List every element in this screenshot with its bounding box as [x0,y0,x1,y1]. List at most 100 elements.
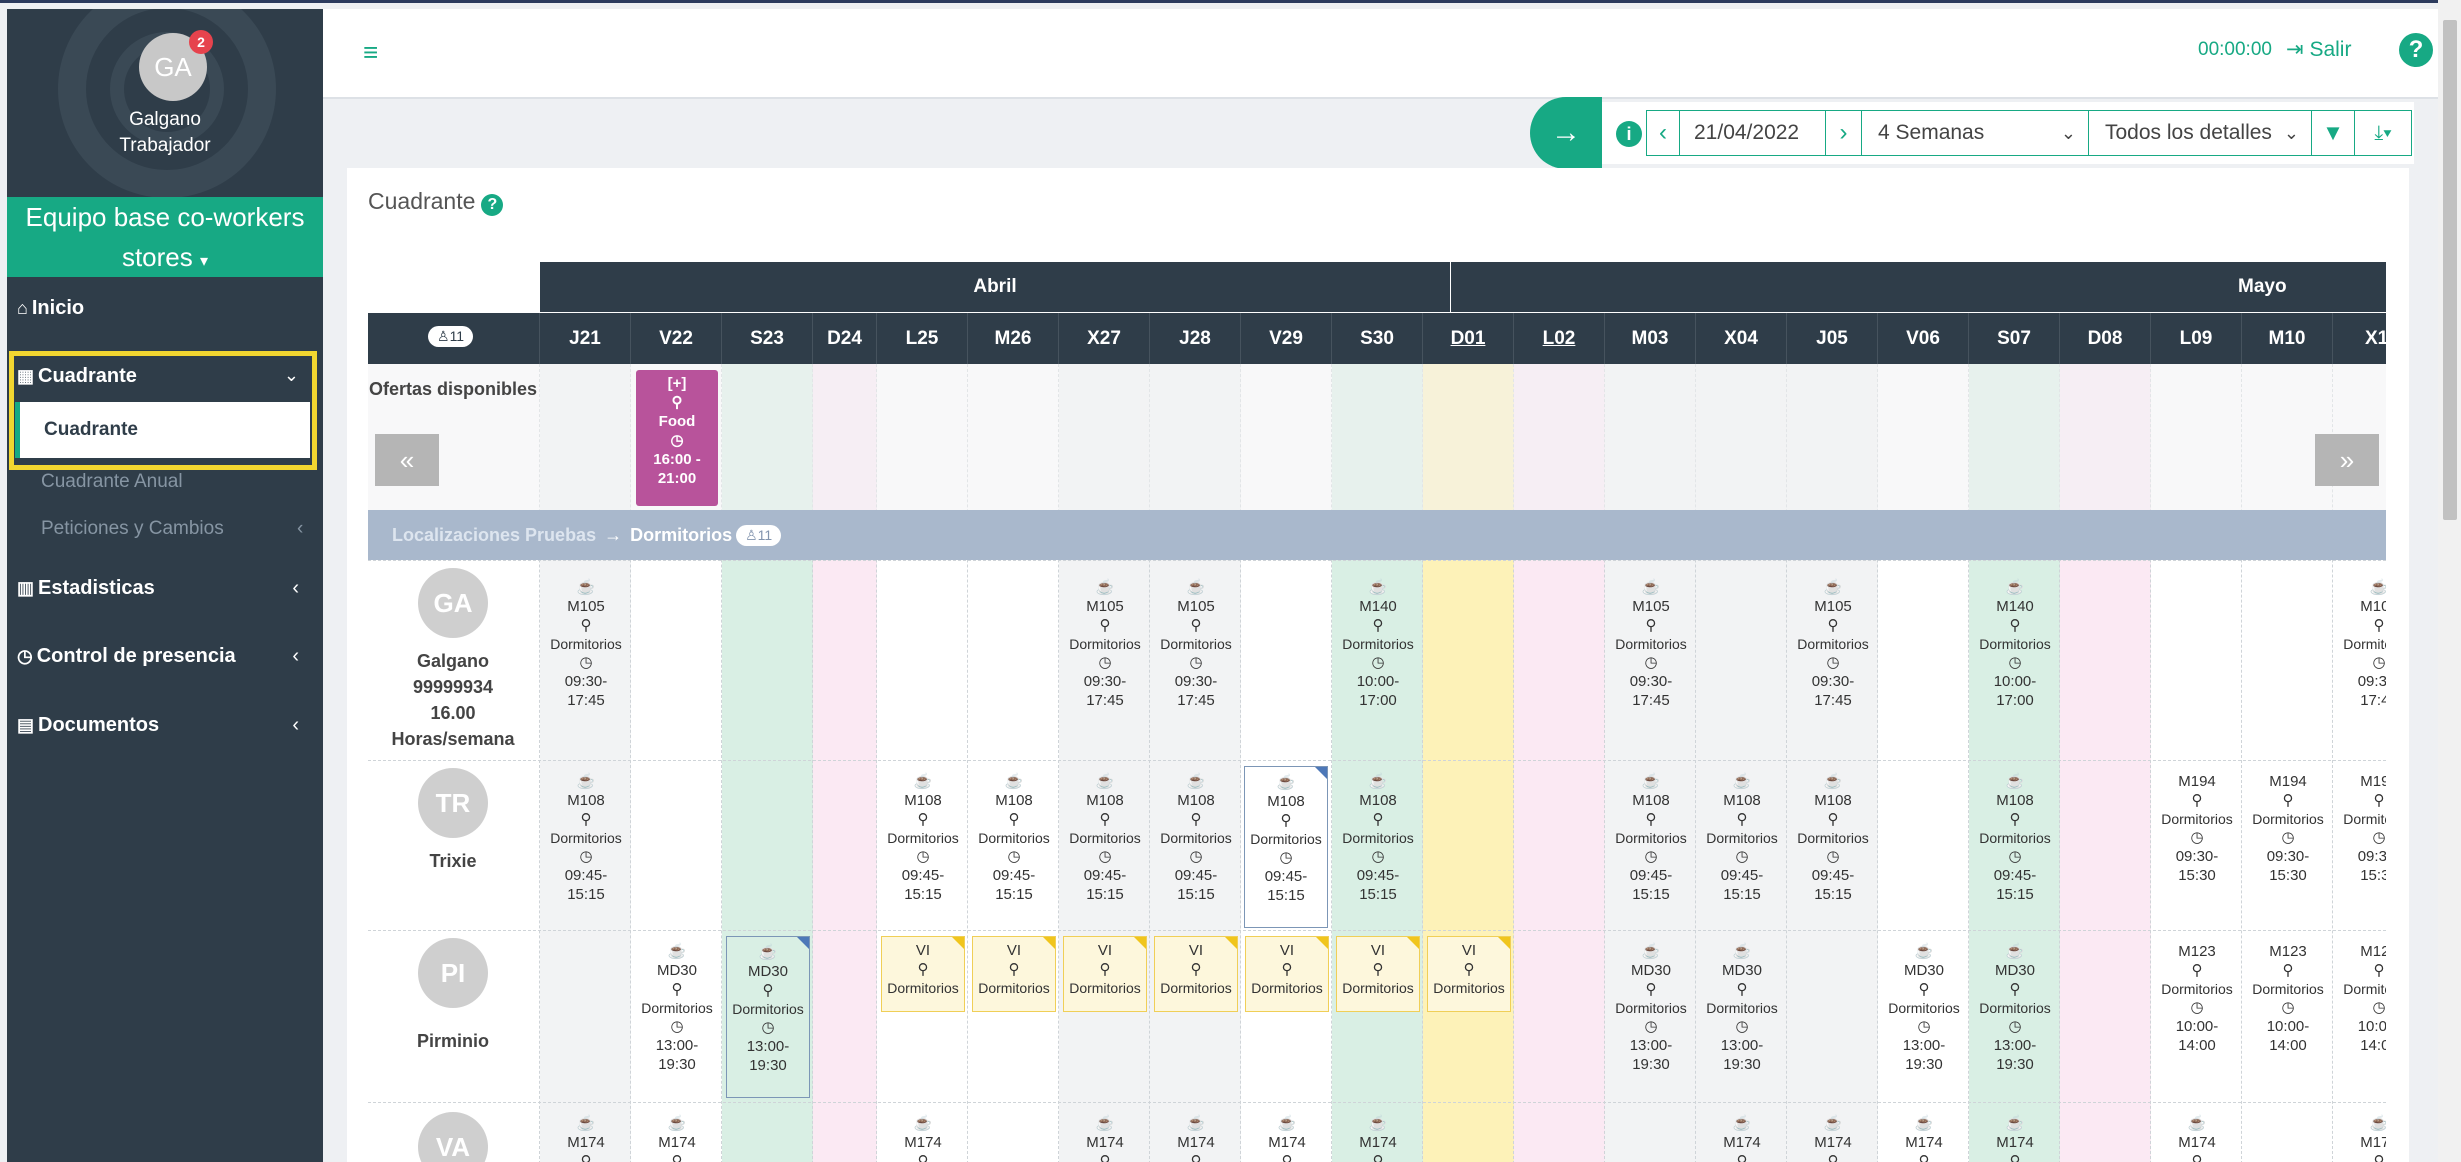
sidebar-item-documentos[interactable]: ▤ Documentos ‹ [7,714,323,737]
day-header[interactable]: L25 [877,313,968,364]
scrollbar-thumb[interactable] [2443,20,2457,520]
vacation-block[interactable]: VI ⚲ Dormitorios [1245,936,1329,1012]
day-header[interactable]: M10 [2242,313,2333,364]
shift-block[interactable]: ☕M174⚲ [881,1114,965,1162]
day-header[interactable]: S07 [1969,313,2060,364]
shift-block[interactable]: ☕M174⚲ [1973,1114,2057,1162]
vacation-block[interactable]: VI ⚲ Dormitorios [1154,936,1238,1012]
day-header[interactable]: X27 [1059,313,1150,364]
worker-cell[interactable]: TR Trixie [368,768,538,874]
shift-block[interactable]: ☕ M140 ⚲ Dormitorios ◷ 10:00- 17:00 [1336,578,1420,710]
shift-block[interactable]: ☕M174⚲ [1154,1114,1238,1162]
day-header[interactable]: J05 [1787,313,1878,364]
prev-page-button[interactable]: « [375,434,439,486]
shift-block[interactable]: ☕ M108 ⚲ Dormitorios ◷ 09:45- 15:15 [1791,772,1875,904]
shift-block[interactable]: ☕ MD30 ⚲ Dormitorios ◷ 13:00- 19:30 [1973,942,2057,1074]
shift-block[interactable]: ☕M174⚲ [544,1114,628,1162]
offer-shift[interactable]: [+] ⚲ Food ◷ 16:00 - 21:00 [636,370,718,506]
shift-block[interactable]: ☕M174⚲ [2337,1114,2386,1162]
day-header[interactable]: M26 [968,313,1059,364]
day-header-holiday[interactable]: D01 [1423,313,1514,364]
shift-block[interactable]: ☕ MD30 ⚲ Dormitorios ◷ 13:00- 19:30 [1700,942,1784,1074]
shift-block[interactable]: ☕M174⚲ [1336,1114,1420,1162]
hamburger-menu-icon[interactable]: ≡ [363,37,378,68]
vacation-block[interactable]: VI ⚲ Dormitorios [1063,936,1147,1012]
shift-block[interactable]: ☕M174⚲ [2155,1114,2239,1162]
location-bar[interactable]: Localizaciones Pruebas → Dormitorios ♙11 [368,510,2386,560]
day-header[interactable]: L09 [2151,313,2242,364]
day-header-holiday[interactable]: L02 [1514,313,1605,364]
day-header[interactable]: V06 [1878,313,1969,364]
shift-block[interactable]: ☕ M108 ⚲ Dormitorios ◷ 09:45- 15:15 [1063,772,1147,904]
shift-block[interactable]: ☕ M140 ⚲ Dormitorios ◷ 10:00- 17:00 [1973,578,2057,710]
shift-block[interactable]: ☕M105⚲Dormitorios◷09:30-17:45 [1791,578,1875,710]
day-header[interactable]: S30 [1332,313,1423,364]
day-header[interactable]: J21 [540,313,631,364]
range-select[interactable]: 4 Semanas ⌄ [1861,110,2089,156]
date-input[interactable]: 21/04/2022 [1679,110,1826,156]
worker-cell[interactable]: PI Pirminio [368,938,538,1054]
shift-block[interactable]: ☕M174⚲ [635,1114,719,1162]
day-header[interactable]: D08 [2060,313,2151,364]
help-icon[interactable]: ? [2399,33,2433,67]
shift-block[interactable]: ☕ MD30 ⚲ Dormitorios ◷ 13:00- 19:30 [1882,942,1966,1074]
date-next-button[interactable]: › [1825,110,1862,156]
shift-block[interactable]: ☕M105⚲Dormitorios◷09:30-17:45 [544,578,628,710]
next-arrow-button[interactable]: → [1530,97,1602,169]
shift-block[interactable]: ☕M105⚲Dormitorios◷09:30-17:45 [1609,578,1693,710]
day-header[interactable]: X11 [2333,313,2386,364]
download-button[interactable]: ⤓▾ [2354,110,2412,156]
shift-block[interactable]: M194⚲Dormitorios◷09:30-15:30 [2337,772,2386,885]
next-page-button[interactable]: » [2315,434,2379,486]
worker-cell[interactable]: VA [368,1112,538,1162]
shift-block[interactable]: ☕ M108 ⚲ Dormitorios ◷ 09:45- 15:15 [1609,772,1693,904]
vacation-block[interactable]: VI ⚲ Dormitorios [1336,936,1420,1012]
shift-block[interactable]: ☕ MD30 ⚲ Dormitorios ◷ 13:00- 19:30 [635,942,719,1074]
sidebar-item-control-presencia[interactable]: ◷ Control de presencia ‹ [7,645,323,668]
help-icon[interactable]: ? [481,194,504,216]
shift-block[interactable]: M123⚲Dormitorios◷10:00-14:00 [2246,942,2330,1055]
shift-block[interactable]: ☕ M108 ⚲ Dormitorios ◷ 09:45- 15:15 [1700,772,1784,904]
sidebar-subitem-cuadrante-anual[interactable]: Cuadrante Anual [41,471,183,493]
shift-block[interactable]: ☕M105⚲Dormitorios◷09:30-17:45 [2337,578,2386,710]
page-scrollbar[interactable] [2438,0,2461,1162]
shift-block[interactable]: M194⚲Dormitorios◷09:30-15:30 [2246,772,2330,885]
shift-block[interactable]: ☕M105⚲Dormitorios◷09:30-17:45 [1063,578,1147,710]
day-header[interactable]: M03 [1605,313,1696,364]
day-header[interactable]: V29 [1241,313,1332,364]
shift-block-selected[interactable]: ☕ M108 ⚲ Dormitorios ◷ 09:45- 15:15 [1244,766,1328,928]
day-header[interactable]: X04 [1696,313,1787,364]
shift-block[interactable]: ☕ M108 ⚲ Dormitorios ◷ 09:45- 15:15 [1973,772,2057,904]
shift-block[interactable]: M194⚲Dormitorios◷09:30-15:30 [2155,772,2239,885]
info-icon[interactable]: i [1616,121,1642,147]
vacation-block[interactable]: VI ⚲ Dormitorios [881,936,965,1012]
vacation-block[interactable]: VI ⚲ Dormitorios [1427,936,1511,1012]
shift-block[interactable]: ☕ M108 ⚲ Dormitorios ◷ 09:45- 15:15 [881,772,965,904]
filter-button[interactable]: ▼ [2311,110,2355,156]
shift-block-selected[interactable]: ☕ MD30 ⚲ Dormitorios ◷ 13:00- 19:30 [726,936,810,1098]
day-header[interactable]: D24 [813,313,877,364]
worker-cell[interactable]: GA Galgano 99999934 16.00 Horas/semana [368,568,538,752]
shift-block[interactable]: ☕M174⚲ [1245,1114,1329,1162]
shift-block[interactable]: M123⚲Dormitorios◷10:00-14:00 [2337,942,2386,1055]
shift-block[interactable]: ☕M174⚲ [1700,1114,1784,1162]
shift-block[interactable]: M123⚲Dormitorios◷10:00-14:00 [2155,942,2239,1055]
shift-block[interactable]: ☕M174⚲ [1063,1114,1147,1162]
day-header[interactable]: J28 [1150,313,1241,364]
logout-link[interactable]: ⇥ Salir [2286,37,2351,62]
shift-block[interactable]: ☕ M108 ⚲ Dormitorios ◷ 09:45- 15:15 [972,772,1056,904]
shift-block[interactable]: ☕ MD30 ⚲ Dormitorios ◷ 13:00- 19:30 [1609,942,1693,1074]
shift-block[interactable]: ☕ M108 ⚲ Dormitorios ◷ 09:45- 15:15 [1154,772,1238,904]
date-prev-button[interactable]: ‹ [1646,110,1680,156]
details-select[interactable]: Todos los detalles ⌄ [2088,110,2312,156]
shift-block[interactable]: ☕M105⚲Dormitorios◷09:30-17:45 [1154,578,1238,710]
sidebar-item-inicio[interactable]: ⌂ Inicio [7,297,323,320]
day-header[interactable]: S23 [722,313,813,364]
team-selector[interactable]: Equipo base co-workers stores ▾ [7,197,323,277]
sidebar-item-estadisticas[interactable]: ▥ Estadisticas ‹ [7,577,323,600]
shift-block[interactable]: ☕M174⚲ [1791,1114,1875,1162]
shift-block[interactable]: ☕ M108 ⚲ Dormitorios ◷ 09:45- 15:15 [1336,772,1420,904]
day-header[interactable]: V22 [631,313,722,364]
shift-block[interactable]: ☕M174⚲ [1882,1114,1966,1162]
sidebar-subitem-peticiones[interactable]: Peticiones y Cambios [41,518,224,540]
